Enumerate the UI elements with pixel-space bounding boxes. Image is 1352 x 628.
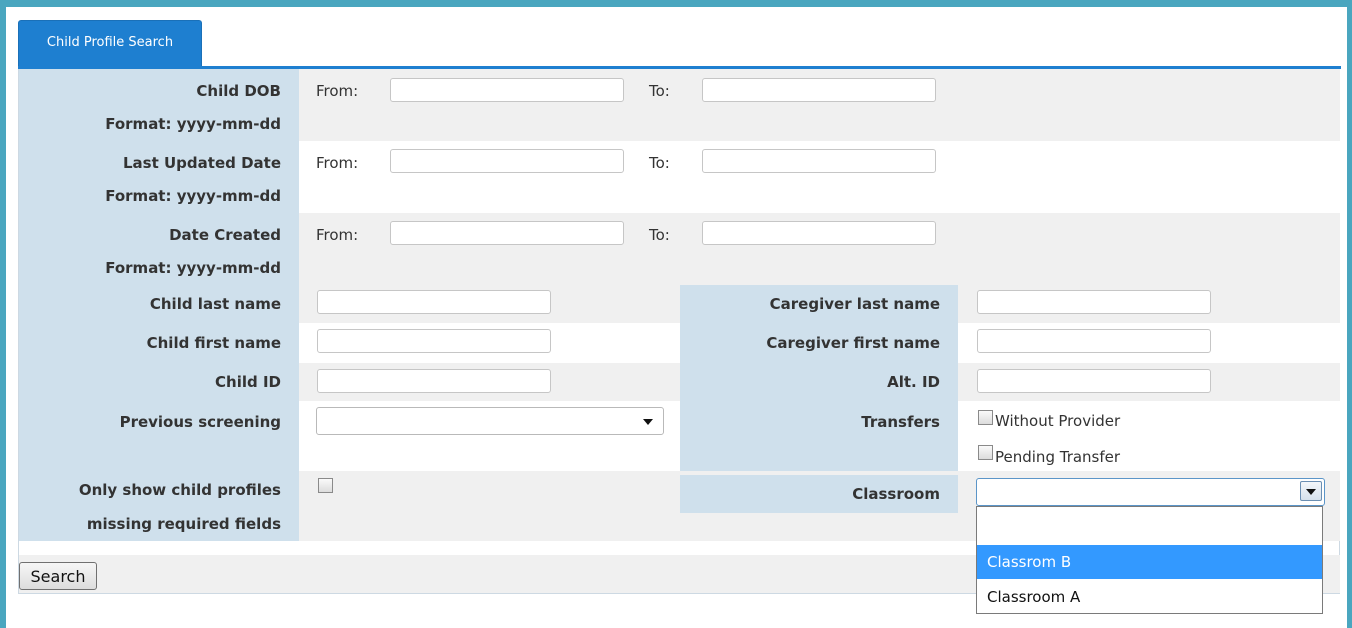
only-show-missing-checkbox[interactable] bbox=[318, 478, 333, 493]
child-dob-to-label: To: bbox=[649, 82, 670, 100]
classroom-dropdown-list: Classrom B Classroom A bbox=[976, 506, 1323, 614]
date-created-label-cell: Date Created Format: yyyy-mm-dd bbox=[19, 213, 299, 285]
date-created-to-input[interactable] bbox=[702, 221, 936, 245]
child-first-name-input[interactable] bbox=[317, 329, 551, 353]
window-frame-left bbox=[0, 0, 6, 628]
child-dob-label: Child DOB bbox=[196, 82, 281, 100]
caregiver-last-name-label: Caregiver last name bbox=[680, 285, 958, 323]
date-created-label: Date Created bbox=[169, 226, 281, 244]
previous-screening-label-cell: Previous screening bbox=[19, 401, 299, 471]
classroom-label: Classroom bbox=[680, 475, 958, 513]
only-show-label-line2: missing required fields bbox=[86, 515, 281, 533]
date-created-format: Format: yyyy-mm-dd bbox=[105, 259, 281, 277]
last-updated-label: Last Updated Date bbox=[123, 154, 281, 172]
only-show-label-cell: Only show child profiles missing require… bbox=[19, 471, 299, 541]
without-provider-label: Without Provider bbox=[995, 412, 1121, 430]
date-created-from-input[interactable] bbox=[390, 221, 624, 245]
transfers-label: Transfers bbox=[861, 413, 940, 431]
child-dob-format: Format: yyyy-mm-dd bbox=[105, 115, 281, 133]
without-provider-checkbox[interactable] bbox=[978, 410, 993, 425]
last-updated-from-label: From: bbox=[316, 154, 359, 172]
search-button[interactable]: Search bbox=[19, 562, 97, 590]
tab-child-profile-search[interactable]: Child Profile Search bbox=[18, 20, 202, 68]
last-updated-to-label: To: bbox=[649, 154, 670, 172]
classroom-option-blank[interactable] bbox=[977, 509, 1322, 543]
pending-transfer-checkbox[interactable] bbox=[978, 445, 993, 460]
window-frame-top bbox=[0, 0, 1352, 7]
chevron-down-icon bbox=[1306, 489, 1316, 495]
classroom-option-b[interactable]: Classrom B bbox=[977, 545, 1322, 579]
transfers-label-cell: Transfers bbox=[680, 401, 958, 471]
classroom-dropdown-button[interactable] bbox=[1300, 481, 1322, 501]
last-updated-from-input[interactable] bbox=[390, 149, 624, 173]
child-last-name-input[interactable] bbox=[317, 290, 551, 314]
only-show-label-line1: Only show child profiles bbox=[78, 481, 281, 499]
chevron-down-icon bbox=[643, 419, 653, 425]
child-first-name-label: Child first name bbox=[19, 323, 299, 363]
child-id-label: Child ID bbox=[19, 363, 299, 401]
classroom-select[interactable] bbox=[976, 478, 1325, 506]
window-frame-right bbox=[1347, 0, 1352, 628]
last-updated-format: Format: yyyy-mm-dd bbox=[105, 187, 281, 205]
child-dob-to-input[interactable] bbox=[702, 78, 936, 102]
pending-transfer-label: Pending Transfer bbox=[995, 448, 1121, 466]
alt-id-input[interactable] bbox=[977, 369, 1211, 393]
previous-screening-select[interactable] bbox=[316, 407, 664, 435]
alt-id-label: Alt. ID bbox=[680, 363, 958, 401]
child-id-input[interactable] bbox=[317, 369, 551, 393]
date-created-to-label: To: bbox=[649, 226, 670, 244]
last-updated-to-input[interactable] bbox=[702, 149, 936, 173]
previous-screening-label: Previous screening bbox=[119, 413, 281, 431]
child-dob-from-input[interactable] bbox=[390, 78, 624, 102]
child-dob-from-label: From: bbox=[316, 82, 359, 100]
caregiver-first-name-label: Caregiver first name bbox=[680, 323, 958, 363]
date-created-from-label: From: bbox=[316, 226, 359, 244]
caregiver-first-name-input[interactable] bbox=[977, 329, 1211, 353]
child-dob-label-cell: Child DOB Format: yyyy-mm-dd bbox=[19, 69, 299, 141]
classroom-option-a[interactable]: Classroom A bbox=[977, 580, 1322, 614]
caregiver-last-name-input[interactable] bbox=[977, 290, 1211, 314]
last-updated-label-cell: Last Updated Date Format: yyyy-mm-dd bbox=[19, 141, 299, 213]
child-last-name-label: Child last name bbox=[19, 285, 299, 323]
